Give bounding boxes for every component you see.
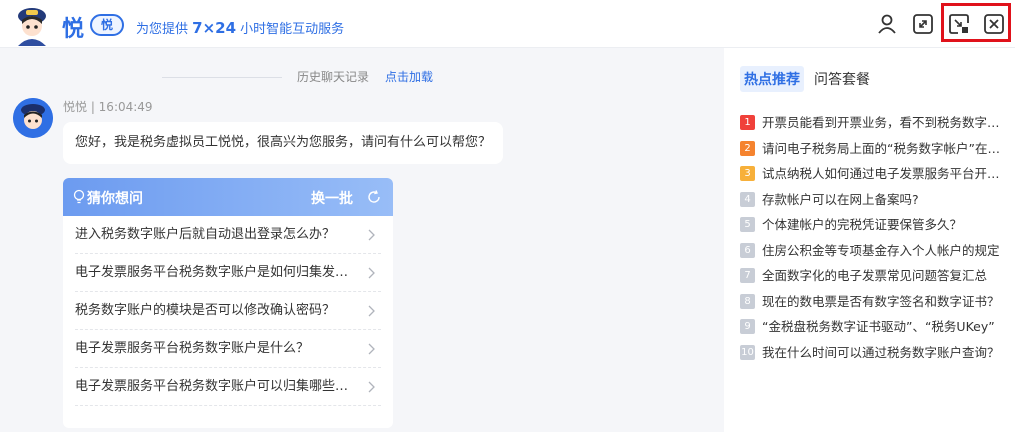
hot-item[interactable]: 5 个体建帐户的完税凭证要保管多久？ <box>740 212 1002 238</box>
hot-item[interactable]: 8 现在的数电票是否有数字签名和数字证书？ <box>740 289 1002 315</box>
question-text: 进入税务数字账户后就自动退出登录怎么办？ <box>75 227 336 242</box>
hot-item-text: 我在什么时间可以通过税务数字账户查询？ <box>762 344 1000 360</box>
hot-item[interactable]: 1 开票员能看到开票业务，看不到税务数字账户？ <box>740 110 1002 136</box>
guess-card: 猜你想问 换一批 进入税务数字账户后就自动退出登录怎么办？ 电子发票服务平台税务数… <box>63 178 393 428</box>
question-text: 电子发票服务平台税务数字账户可以归集哪些发票？ <box>75 379 375 394</box>
chevron-right-icon <box>368 343 375 355</box>
hot-item-text: 请问电子税务局上面的“税务数字帐户”在哪里？ <box>762 140 1002 156</box>
hot-item[interactable]: 3 试点纳税人如何通过电子发票服务平台开票？ <box>740 161 1002 187</box>
hot-item[interactable]: 7 全面数字化的电子发票常见问题答复汇总 <box>740 263 1002 289</box>
hot-rank-badge: 4 <box>740 191 755 207</box>
hot-item[interactable]: 10 我在什么时间可以通过税务数字账户查询？ <box>740 340 1002 366</box>
question-item[interactable]: 电子发票服务平台税务数字账户是什么？ <box>75 330 381 368</box>
hot-rank-badge: 9 <box>740 319 755 334</box>
chat-panel: 历史聊天记录 点击加载 悦悦 | 16:04:49 您好，我是税务虚拟员工悦悦，很… <box>0 48 724 432</box>
message-meta: 悦悦 | 16:04:49 <box>63 100 153 114</box>
expand-icon[interactable] <box>912 13 934 35</box>
bot-avatar <box>13 98 53 138</box>
refresh-button[interactable]: 换一批 <box>311 188 353 208</box>
brand-badge: 悦 <box>90 14 124 36</box>
hot-rank-badge: 7 <box>740 268 755 283</box>
hot-rank-badge: 2 <box>740 140 755 156</box>
hot-item[interactable]: 9 “金税盘税务数字证书驱动”、“税务UKey” <box>740 314 1002 340</box>
hot-rank-badge: 6 <box>740 242 755 258</box>
question-list: 进入税务数字账户后就自动退出登录怎么办？ 电子发票服务平台税务数字账户是如何归集发… <box>63 216 393 406</box>
question-item[interactable]: 税务数字账户的模块是否可以修改确认密码？ <box>75 292 381 330</box>
history-divider: 历史聊天记录 点击加载 <box>0 68 724 86</box>
hot-item[interactable]: 6 住房公积金等专项基金存入个人帐户的规定 <box>740 238 1002 264</box>
load-history-link[interactable]: 点击加载 <box>385 70 433 84</box>
slogan-bold: 7×24 <box>192 19 237 37</box>
question-text: 税务数字账户的模块是否可以修改确认密码？ <box>75 303 336 318</box>
hot-item-text: 个体建帐户的完税凭证要保管多久？ <box>762 217 963 232</box>
guess-title: 猜你想问 <box>87 191 143 207</box>
hot-list: 1 开票员能看到开票业务，看不到税务数字账户？ 2 请问电子税务局上面的“税务数字帐户… <box>740 110 1002 365</box>
tab-hot[interactable]: 热点推荐 <box>740 66 804 92</box>
chevron-right-icon <box>368 381 375 393</box>
hot-item-text: 存款帐户可以在网上备案吗? <box>762 191 919 207</box>
question-text: 电子发票服务平台税务数字账户是如何归集发票的？ <box>75 265 375 280</box>
greeting-bubble: 您好，我是税务虚拟员工悦悦，很高兴为您服务，请问有什么可以帮您？ <box>63 122 504 164</box>
highlight-box <box>941 3 1011 42</box>
brand-title: 悦 <box>62 17 85 42</box>
slogan: 为您提供 7×24 小时智能互动服务 <box>136 18 344 37</box>
hot-rank-badge: 5 <box>740 217 755 232</box>
mascot-avatar-icon <box>18 8 46 46</box>
side-panel: 热点推荐 问答套餐 1 开票员能看到开票业务，看不到税务数字账户？ 2 请问电子税务局上… <box>724 48 1015 432</box>
history-label: 历史聊天记录 <box>296 70 369 84</box>
hot-item-text: 现在的数电票是否有数字签名和数字证书？ <box>762 293 1000 309</box>
lightbulb-icon <box>73 189 85 204</box>
hot-rank-badge: 10 <box>740 344 755 360</box>
hot-item-text: 全面数字化的电子发票常见问题答复汇总 <box>762 268 988 283</box>
hot-item-text: “金税盘税务数字证书驱动”、“税务UKey” <box>762 319 995 334</box>
user-icon[interactable] <box>876 13 898 35</box>
chevron-right-icon <box>368 229 375 241</box>
hot-rank-badge: 1 <box>740 115 755 130</box>
header-bar: 悦 悦 为您提供 7×24 小时智能互动服务 <box>0 0 1015 48</box>
guess-header: 猜你想问 换一批 <box>63 178 393 216</box>
refresh-icon[interactable] <box>367 190 381 204</box>
question-item[interactable]: 电子发票服务平台税务数字账户是如何归集发票的？ <box>75 254 381 292</box>
slogan-pre: 为您提供 <box>136 22 193 37</box>
hot-rank-badge: 3 <box>740 166 755 181</box>
slogan-post: 小时智能互动服务 <box>236 22 345 37</box>
question-item[interactable]: 进入税务数字账户后就自动退出登录怎么办？ <box>75 216 381 254</box>
hot-item[interactable]: 2 请问电子税务局上面的“税务数字帐户”在哪里？ <box>740 136 1002 162</box>
hot-item-text: 住房公积金等专项基金存入个人帐户的规定 <box>762 242 1000 258</box>
question-item[interactable]: 电子发票服务平台税务数字账户可以归集哪些发票？ <box>75 368 381 406</box>
hot-rank-badge: 8 <box>740 293 755 309</box>
tab-qa-package[interactable]: 问答套餐 <box>810 66 874 92</box>
chevron-right-icon <box>368 267 375 279</box>
hot-item-text: 开票员能看到开票业务，看不到税务数字账户？ <box>762 115 1002 130</box>
question-text: 电子发票服务平台税务数字账户是什么？ <box>75 341 310 356</box>
hot-item-text: 试点纳税人如何通过电子发票服务平台开票？ <box>762 166 1002 181</box>
chevron-right-icon <box>368 305 375 317</box>
divider-line-left <box>162 77 282 78</box>
hot-item[interactable]: 4 存款帐户可以在网上备案吗? <box>740 187 1002 213</box>
side-tabs: 热点推荐 问答套餐 <box>740 66 880 92</box>
